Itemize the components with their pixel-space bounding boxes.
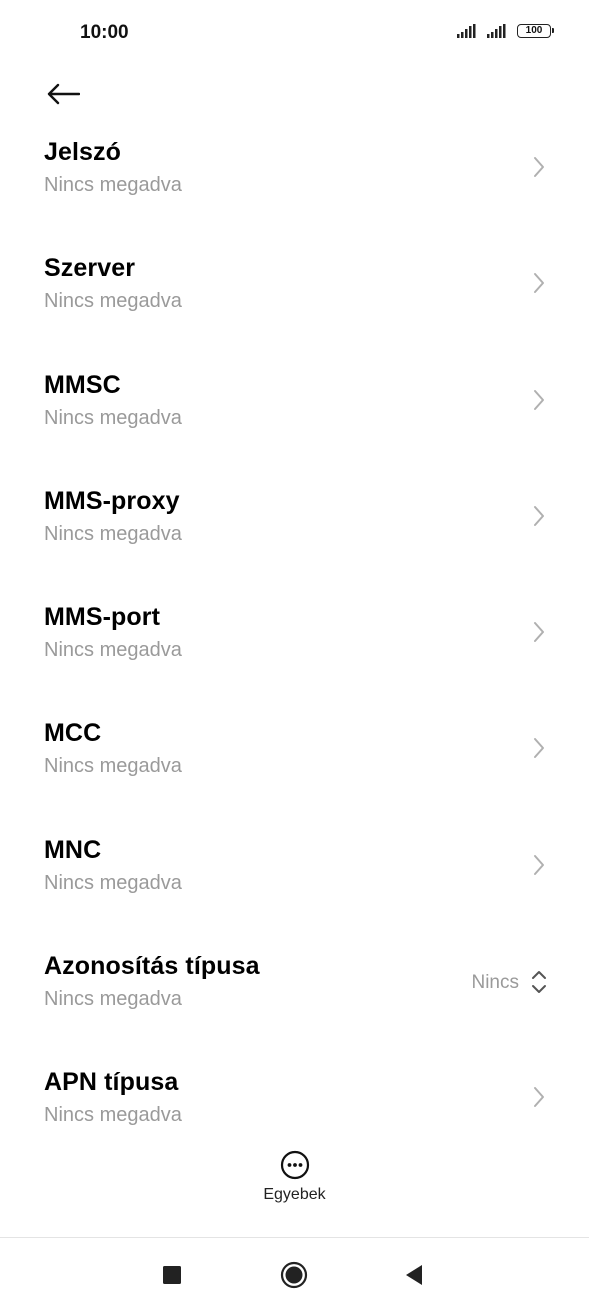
- row-title: MMSC: [44, 370, 121, 399]
- back-button[interactable]: [40, 76, 86, 112]
- row-subtitle: Nincs megadva: [44, 406, 182, 429]
- row-title: Jelszó: [44, 138, 122, 166]
- signal-icon: [487, 24, 506, 38]
- signal-icon: [457, 24, 476, 38]
- status-time: 10:00: [80, 22, 129, 43]
- chevron-right-icon: [534, 273, 544, 294]
- row-title: APN típusa: [44, 1068, 179, 1097]
- row-subtitle: Nincs megadva: [44, 755, 182, 778]
- row-title: MCC: [44, 719, 102, 748]
- list-item-password[interactable]: Jelszó Nincs megadva: [0, 132, 589, 248]
- row-subtitle: Nincs megadva: [44, 522, 182, 545]
- list-item-mms-port[interactable]: MMS-port Nincs megadva: [0, 597, 589, 713]
- chevron-right-icon: [534, 505, 544, 526]
- list-item-server[interactable]: Szerver Nincs megadva: [0, 248, 589, 364]
- row-subtitle: Nincs megadva: [44, 639, 182, 662]
- auth-type-value: Nincs: [471, 972, 519, 994]
- back-nav-button[interactable]: [394, 1260, 434, 1290]
- chevron-right-icon: [534, 157, 544, 177]
- row-title: MMS-proxy: [44, 486, 180, 515]
- row-subtitle: Nincs megadva: [44, 174, 182, 196]
- chevron-right-icon: [534, 738, 544, 759]
- row-subtitle: Nincs megadva: [44, 871, 182, 894]
- list-item-mcc[interactable]: MCC Nincs megadva: [0, 713, 589, 829]
- list-item-auth-type[interactable]: Azonosítás típusa Nincs megadva Nincs: [0, 946, 589, 1062]
- back-icon: [406, 1265, 422, 1285]
- more-button[interactable]: Egyebek: [0, 1150, 589, 1204]
- home-button[interactable]: [274, 1260, 314, 1290]
- chevron-right-icon: [534, 854, 544, 875]
- chevron-up-down-icon: [532, 971, 546, 994]
- row-title: MNC: [44, 835, 102, 864]
- list-item-mnc[interactable]: MNC Nincs megadva: [0, 830, 589, 946]
- navigation-bar: [0, 1238, 589, 1309]
- more-horizontal-icon: [280, 1150, 309, 1180]
- settings-list: Jelszó Nincs megadva Szerver Nincs megad…: [0, 132, 589, 1179]
- status-bar: 10:00 100: [0, 0, 589, 66]
- chevron-right-icon: [534, 389, 544, 410]
- recent-apps-button[interactable]: [152, 1260, 192, 1290]
- arrow-left-icon: [47, 83, 80, 105]
- list-item-mms-proxy[interactable]: MMS-proxy Nincs megadva: [0, 481, 589, 597]
- row-title: Szerver: [44, 254, 136, 283]
- recent-apps-icon: [163, 1266, 181, 1284]
- status-icons: 100: [457, 24, 554, 38]
- home-icon: [280, 1261, 308, 1289]
- screen: 10:00 100 Jelszó Nincs megadva Szerver N…: [0, 0, 589, 1309]
- row-subtitle: Nincs megadva: [44, 290, 182, 313]
- battery-icon: 100: [517, 24, 554, 38]
- row-subtitle: Nincs megadva: [44, 1104, 182, 1127]
- list-item-mmsc[interactable]: MMSC Nincs megadva: [0, 365, 589, 481]
- row-title: Azonosítás típusa: [44, 952, 260, 981]
- row-subtitle: Nincs megadva: [44, 988, 182, 1011]
- chevron-right-icon: [534, 622, 544, 643]
- more-label: Egyebek: [263, 1186, 326, 1203]
- row-title: MMS-port: [44, 603, 161, 632]
- chevron-right-icon: [534, 1087, 544, 1108]
